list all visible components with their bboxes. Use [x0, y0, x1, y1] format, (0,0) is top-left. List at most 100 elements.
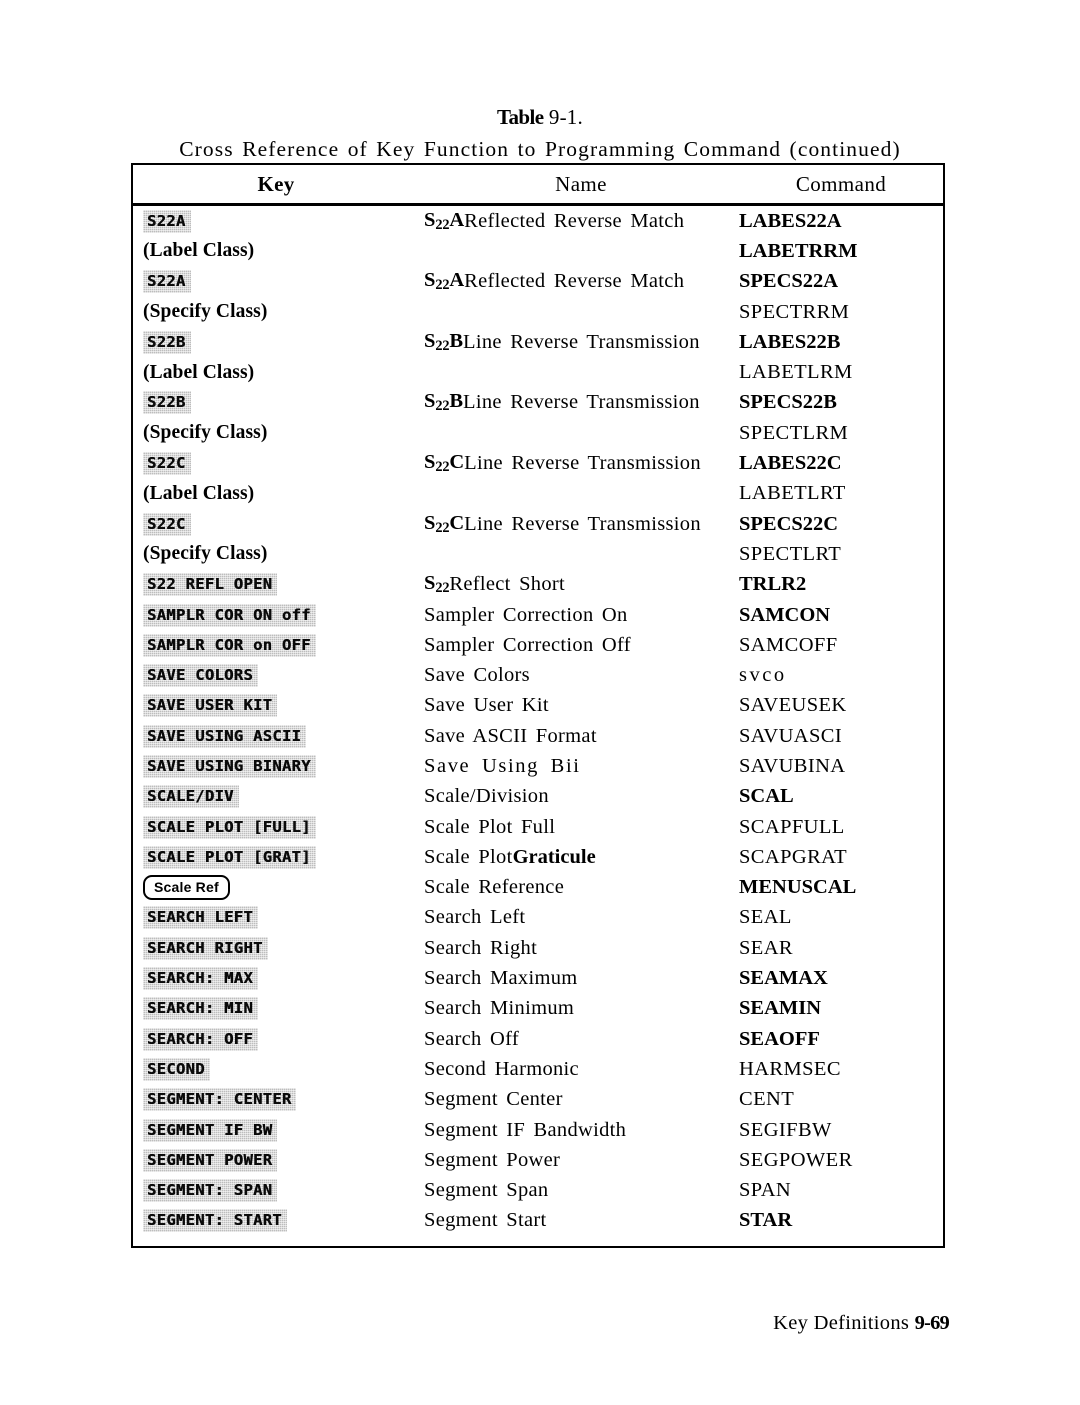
cell-name: S22B Line Reverse Transmission — [424, 327, 700, 357]
table-row: (Specify Class) SPECTRRM — [131, 297, 945, 327]
parameter-symbol-subscript: 22 — [435, 277, 450, 294]
column-header-command: Command — [795, 172, 887, 196]
cell-key: SAVE COLORS — [143, 660, 258, 690]
cell-command: LABETRRM — [739, 239, 858, 262]
cell-command: SEAR — [739, 936, 794, 959]
cell-key: SEARCH: MIN — [143, 994, 258, 1024]
softkey-label[interactable]: S22C — [143, 513, 191, 536]
table-row: SEGMENT POWER Segment Power SEGPOWER — [131, 1145, 945, 1175]
cell-command: SCAPGRAT — [739, 845, 848, 868]
key-class-note: (Label Class) — [143, 361, 255, 383]
cell-name: S22A Reflected Reverse Match — [424, 206, 684, 236]
name-text: Sampler Correction Off — [424, 633, 631, 656]
softkey-label[interactable]: SECOND — [143, 1058, 210, 1081]
softkey-label[interactable]: SCALE PLOT [FULL] — [143, 816, 316, 839]
table-row: SEGMENT: CENTER Segment Center CENT — [131, 1085, 945, 1115]
cell-name: Scale Plot Graticule — [424, 842, 596, 872]
cell-command: SPECTLRT — [739, 542, 842, 565]
cell-key: S22B — [143, 388, 191, 418]
cell-command: SPECS22A — [739, 270, 839, 293]
parameter-symbol-letter: S — [424, 329, 436, 352]
parameter-symbol-suffix: A — [449, 208, 465, 231]
cell-name: Search Minimum — [424, 994, 574, 1024]
softkey-label[interactable]: SAVE USING BINARY — [143, 755, 316, 778]
softkey-label[interactable]: SAMPLR COR on OFF — [143, 634, 316, 657]
parameter-symbol-letter: S — [424, 572, 436, 595]
cell-key: SEARCH: MAX — [143, 963, 258, 993]
softkey-label[interactable]: S22A — [143, 210, 191, 233]
softkey-label[interactable]: S22A — [143, 270, 191, 293]
softkey-label[interactable]: SCALE PLOT [GRAT] — [143, 846, 316, 869]
cell-key: SCALE/DIV — [143, 782, 239, 812]
softkey-label[interactable]: SAVE COLORS — [143, 664, 258, 687]
softkey-label[interactable]: S22B — [143, 391, 191, 414]
parameter-symbol-suffix: A — [449, 269, 465, 292]
softkey-label[interactable]: S22B — [143, 331, 191, 354]
softkey-label[interactable]: SEARCH: MIN — [143, 997, 258, 1020]
table-row: S22A S22A Reflected Reverse Match SPECS22A — [131, 267, 945, 297]
softkey-label[interactable]: SEARCH: MAX — [143, 967, 258, 990]
cell-name: Save User Kit — [424, 691, 549, 721]
softkey-label[interactable]: SAVE USING ASCII — [143, 725, 306, 748]
name-text: Search Minimum — [424, 997, 575, 1020]
name-text: Search Off — [424, 1027, 519, 1050]
cell-name: Scale/Division — [424, 782, 549, 812]
parameter-symbol: S22B — [424, 390, 463, 415]
table-row: S22C S22C Line Reverse Transmission LABES2… — [131, 448, 945, 478]
softkey-label[interactable]: SAVE USER KIT — [143, 694, 277, 717]
table-row: S22B S22B Line Reverse Transmission SPECS2… — [131, 388, 945, 418]
name-text: Search Left — [424, 906, 526, 929]
cell-key: SAVE USING ASCII — [143, 721, 306, 751]
cell-command: SAVUASCI — [739, 724, 843, 747]
cell-name: Search Right — [424, 933, 537, 963]
table-row: (Label Class) LABETLRM — [131, 357, 945, 387]
cell-key: SEARCH LEFT — [143, 903, 258, 933]
parameter-symbol: S22C — [424, 512, 464, 537]
cell-name: Scale Plot Full — [424, 812, 555, 842]
cell-key: SEARCH: OFF — [143, 1024, 258, 1054]
table-row: (Label Class) LABETRRM — [131, 236, 945, 266]
cell-key: SCALE PLOT [FULL] — [143, 812, 316, 842]
name-text: Scale Reference — [424, 876, 565, 899]
softkey-label[interactable]: SEGMENT: SPAN — [143, 1179, 277, 1202]
cell-name: Segment Span — [424, 1176, 548, 1206]
softkey-label[interactable]: SEARCH: OFF — [143, 1028, 258, 1051]
softkey-label[interactable]: S22 REFL OPEN — [143, 573, 277, 596]
softkey-label[interactable]: SEGMENT IF BW — [143, 1119, 277, 1142]
name-text: Scale Plot Full — [424, 815, 556, 838]
cell-command: LABES22A — [739, 209, 842, 232]
cell-key: SEGMENT: SPAN — [143, 1176, 277, 1206]
softkey-label[interactable]: SEGMENT POWER — [143, 1149, 277, 1172]
parameter-symbol-subscript: 22 — [435, 459, 450, 476]
softkey-label[interactable]: SEGMENT: START — [143, 1209, 287, 1232]
name-text: Segment IF Bandwidth — [424, 1118, 627, 1141]
softkey-label[interactable]: S22C — [143, 452, 191, 475]
name-text: Save Using Bii — [424, 754, 581, 777]
name-text: Line Reverse Transmission — [464, 512, 701, 535]
parameter-symbol: S22A — [424, 269, 464, 294]
name-text: Segment Center — [424, 1088, 563, 1111]
cell-key: (Label Class) — [143, 357, 254, 387]
cell-command: STAR — [739, 1209, 793, 1232]
cell-command: LABES22C — [739, 452, 842, 475]
cell-key: SEGMENT: START — [143, 1206, 287, 1236]
parameter-symbol-suffix: B — [449, 329, 464, 352]
name-text: Search Maximum — [424, 967, 578, 990]
name-text: Save Colors — [424, 664, 530, 687]
name-text: Save ASCII Format — [424, 724, 597, 747]
cell-name: Search Left — [424, 903, 525, 933]
softkey-label[interactable]: SEARCH LEFT — [143, 906, 258, 929]
cell-command: SEGPOWER — [739, 1148, 853, 1171]
name-text: Line Reverse Transmission — [463, 391, 700, 414]
name-text: Scale/Division — [424, 785, 549, 808]
parameter-symbol-letter: S — [424, 450, 436, 473]
table-row: S22B S22B Line Reverse Transmission LABES2… — [131, 327, 945, 357]
document-page: Table 9-1. Cross Reference of Key Functi… — [0, 0, 1080, 1405]
softkey-label[interactable]: SAMPLR COR ON off — [143, 604, 316, 627]
softkey-label[interactable]: SEGMENT: CENTER — [143, 1088, 296, 1111]
softkey-label[interactable]: SEARCH RIGHT — [143, 937, 268, 960]
hardkey-button[interactable]: Scale Ref — [143, 875, 230, 901]
softkey-label[interactable]: SCALE/DIV — [143, 785, 239, 808]
cell-key: (Specify Class) — [143, 418, 267, 448]
cell-name: Save Colors — [424, 660, 530, 690]
